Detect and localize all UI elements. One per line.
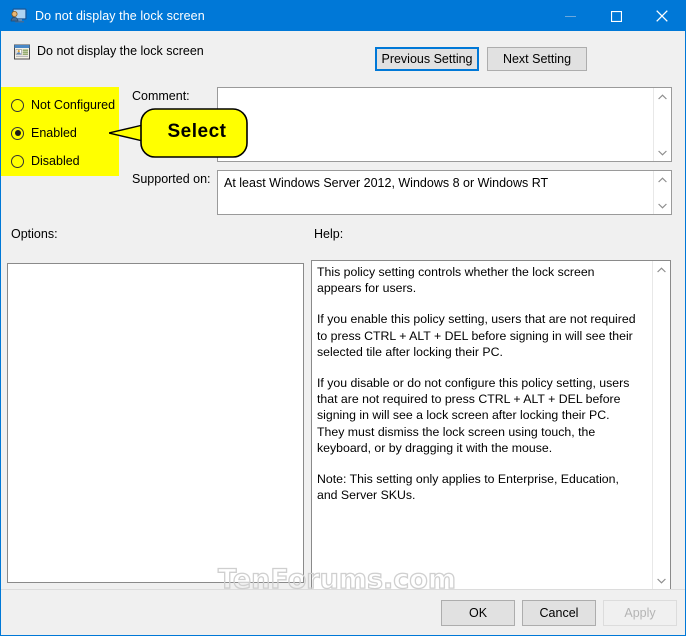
help-text: This policy setting controls whether the… bbox=[317, 264, 639, 503]
cancel-button[interactable]: Cancel bbox=[522, 600, 596, 626]
scroll-down-icon[interactable] bbox=[653, 572, 670, 589]
select-callout bbox=[108, 107, 249, 159]
help-panel[interactable]: This policy setting controls whether the… bbox=[311, 260, 671, 590]
comment-textbox[interactable] bbox=[217, 87, 672, 162]
title-bar: Do not display the lock screen bbox=[1, 1, 685, 31]
ok-button[interactable]: OK bbox=[441, 600, 515, 626]
supported-on-textbox: At least Windows Server 2012, Windows 8 … bbox=[217, 170, 672, 215]
next-setting-button[interactable]: Next Setting bbox=[487, 47, 587, 71]
minimize-button[interactable] bbox=[547, 1, 593, 31]
comment-scrollbar[interactable] bbox=[653, 88, 671, 161]
help-paragraph: If you disable or do not configure this … bbox=[317, 376, 630, 455]
radio-enabled[interactable]: Enabled bbox=[11, 124, 77, 142]
group-policy-setting-icon bbox=[13, 43, 31, 61]
options-panel[interactable] bbox=[7, 263, 304, 583]
maximize-button[interactable] bbox=[593, 1, 639, 31]
supported-on-label: Supported on: bbox=[132, 172, 211, 186]
scroll-down-icon[interactable] bbox=[654, 144, 671, 161]
window-title: Do not display the lock screen bbox=[35, 9, 205, 23]
help-scrollbar[interactable] bbox=[652, 261, 670, 589]
help-paragraph: If you enable this policy setting, users… bbox=[317, 312, 636, 359]
scroll-up-icon[interactable] bbox=[654, 88, 671, 105]
radio-label-enabled: Enabled bbox=[31, 126, 77, 140]
supported-on-value: At least Windows Server 2012, Windows 8 … bbox=[224, 176, 549, 190]
apply-button: Apply bbox=[603, 600, 677, 626]
footer-divider bbox=[1, 589, 685, 590]
radio-circle-not-configured[interactable] bbox=[11, 98, 24, 112]
help-paragraph: This policy setting controls whether the… bbox=[317, 265, 595, 296]
radio-not-configured[interactable]: Not Configured bbox=[11, 96, 115, 114]
policy-setting-dialog: Do not display the lock screen Do not di… bbox=[0, 0, 686, 636]
radio-disabled[interactable]: Disabled bbox=[11, 152, 80, 170]
radio-circle-enabled[interactable] bbox=[11, 126, 24, 140]
lock-screen-policy-icon bbox=[10, 8, 27, 24]
radio-label-disabled: Disabled bbox=[31, 154, 80, 168]
close-button[interactable] bbox=[639, 1, 685, 31]
help-paragraph: Note: This setting only applies to Enter… bbox=[317, 472, 619, 503]
help-label: Help: bbox=[314, 227, 344, 241]
radio-circle-disabled[interactable] bbox=[11, 154, 24, 168]
comment-label: Comment: bbox=[132, 89, 190, 103]
policy-title: Do not display the lock screen bbox=[37, 44, 204, 58]
supported-on-scrollbar[interactable] bbox=[653, 171, 671, 214]
scroll-down-icon[interactable] bbox=[654, 197, 671, 214]
state-radio-highlight: Not Configured Enabled Disabled bbox=[1, 87, 119, 176]
scroll-up-icon[interactable] bbox=[653, 261, 670, 278]
options-label: Options: bbox=[11, 227, 58, 241]
scroll-up-icon[interactable] bbox=[654, 171, 671, 188]
window-controls bbox=[547, 1, 685, 31]
radio-label-not-configured: Not Configured bbox=[31, 98, 116, 112]
previous-setting-button[interactable]: Previous Setting bbox=[375, 47, 479, 71]
